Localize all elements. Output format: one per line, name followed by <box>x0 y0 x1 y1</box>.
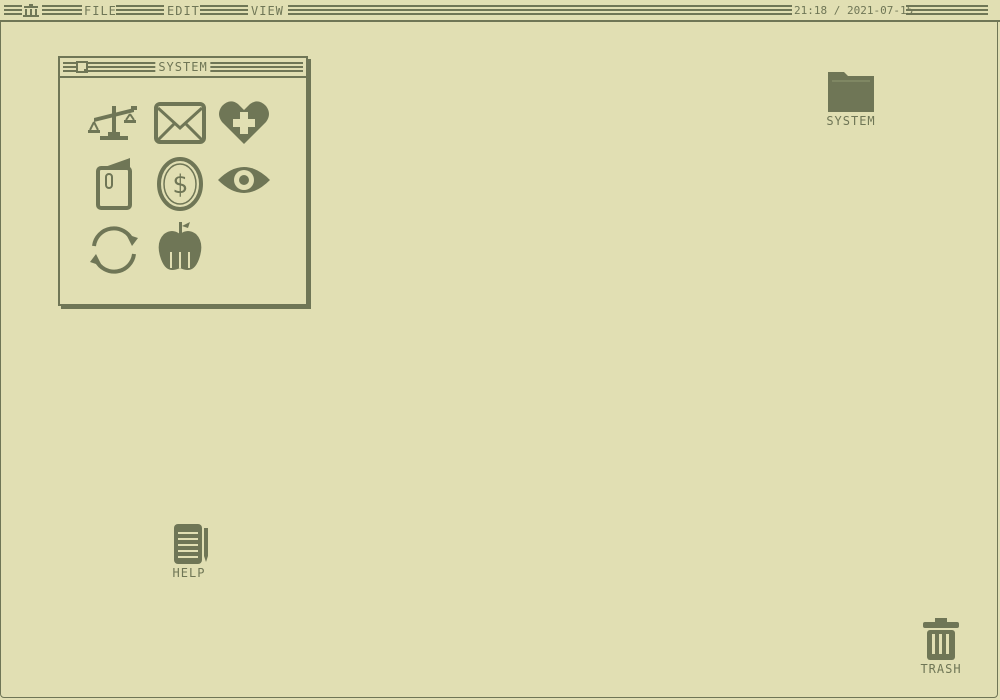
notes-book-icon[interactable] <box>88 156 144 212</box>
scales-icon[interactable] <box>86 92 142 148</box>
window-title: SYSTEM <box>155 59 211 75</box>
eye-icon[interactable] <box>216 152 272 208</box>
menu-stripes <box>4 5 22 15</box>
menu-bar: FILE EDIT VIEW 21:18 / 2021-07-15 <box>0 0 1000 22</box>
desktop-help-label: HELP <box>172 566 206 580</box>
system-window[interactable]: SYSTEM $ <box>58 56 308 306</box>
sync-icon[interactable] <box>86 222 142 278</box>
window-close-box[interactable] <box>76 61 88 73</box>
money-coin-icon[interactable]: $ <box>152 156 208 212</box>
trash-icon <box>923 618 959 660</box>
menu-stripes <box>42 5 82 15</box>
window-titlebar[interactable]: SYSTEM <box>60 58 306 78</box>
menu-stripes <box>200 5 248 15</box>
notepad-icon <box>174 524 208 564</box>
mail-icon[interactable] <box>152 96 208 152</box>
folder-icon <box>828 72 874 112</box>
apple-icon[interactable] <box>152 218 208 274</box>
menu-stripes <box>116 5 164 15</box>
menu-stripes <box>288 5 792 15</box>
menu-file[interactable]: FILE <box>82 3 119 19</box>
desktop-system-label: SYSTEM <box>826 114 876 128</box>
desktop-help[interactable]: HELP <box>162 520 216 580</box>
menu-edit[interactable]: EDIT <box>165 3 202 19</box>
menu-clock: 21:18 / 2021-07-15 <box>792 3 916 19</box>
menu-view[interactable]: VIEW <box>249 3 286 19</box>
bank-icon[interactable] <box>22 3 40 19</box>
svg-text:$: $ <box>172 170 188 200</box>
menu-stripes <box>906 5 988 15</box>
desktop-trash-label: TRASH <box>920 662 962 676</box>
health-heart-icon[interactable] <box>216 94 272 150</box>
desktop-trash[interactable]: TRASH <box>912 616 970 676</box>
desktop-system-folder[interactable]: SYSTEM <box>818 66 884 128</box>
